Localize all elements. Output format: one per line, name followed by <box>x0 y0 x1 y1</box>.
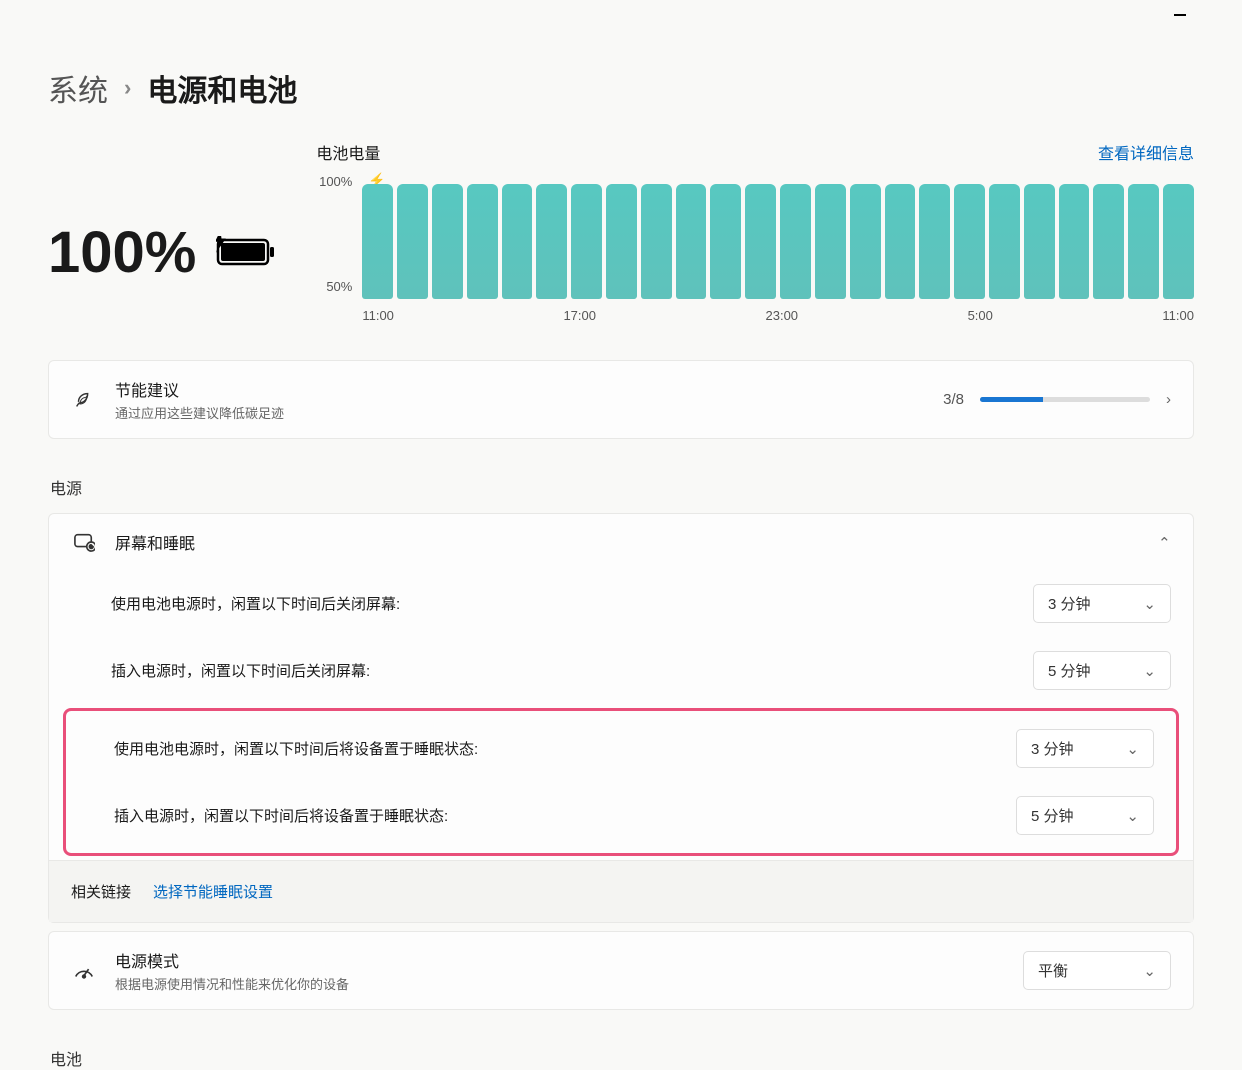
chart-bar <box>571 184 602 299</box>
battery-chart-area: 电池电量 查看详细信息 100% 50% ⚡ 11:00 17:00 23:00… <box>316 140 1194 334</box>
chevron-right-icon: › <box>124 75 131 101</box>
energy-recommendation-card[interactable]: 节能建议 通过应用这些建议降低碳足迹 3/8 › <box>48 360 1194 439</box>
chart-bar <box>432 184 463 299</box>
chart-bar <box>710 184 741 299</box>
screen-sleep-header[interactable]: 屏幕和睡眠 ⌄ <box>49 514 1193 570</box>
chevron-down-icon: ⌄ <box>1143 662 1156 680</box>
energy-recommend-title: 节能建议 <box>115 377 925 401</box>
screen-off-plugged-select[interactable]: 5 分钟 ⌄ <box>1033 651 1171 690</box>
chart-bar <box>362 184 393 299</box>
chevron-down-icon: ⌄ <box>1126 740 1139 758</box>
chart-bar <box>606 184 637 299</box>
leaf-icon <box>71 389 97 411</box>
breadcrumb-current: 电源和电池 <box>147 66 297 110</box>
battery-percent-value: 100% <box>48 219 196 286</box>
chart-bar <box>954 184 985 299</box>
chart-bar <box>641 184 672 299</box>
chart-bar <box>676 184 707 299</box>
chart-ylabel: 50% <box>314 279 352 294</box>
chart-bar <box>1059 184 1090 299</box>
screen-off-battery-row: 使用电池电源时，闲置以下时间后关闭屏幕: 3 分钟 ⌄ <box>49 570 1193 637</box>
setting-label: 插入电源时，闲置以下时间后关闭屏幕: <box>111 660 370 681</box>
chevron-down-icon: ⌄ <box>1143 595 1156 613</box>
chart-bar <box>850 184 881 299</box>
breadcrumb: 系统 › 电源和电池 <box>48 66 1194 110</box>
power-mode-select[interactable]: 平衡 ⌄ <box>1023 951 1171 990</box>
related-links-row: 相关链接 选择节能睡眠设置 <box>49 860 1193 922</box>
screen-off-plugged-row: 插入电源时，闲置以下时间后关闭屏幕: 5 分钟 ⌄ <box>49 637 1193 704</box>
chart-detail-link[interactable]: 查看详细信息 <box>1098 140 1194 164</box>
chart-bar <box>780 184 811 299</box>
screen-off-battery-select[interactable]: 3 分钟 ⌄ <box>1033 584 1171 623</box>
chevron-down-icon: ⌄ <box>1126 807 1139 825</box>
minimize-button[interactable] <box>1174 14 1186 16</box>
chart-bar <box>1024 184 1055 299</box>
chevron-down-icon: ⌄ <box>1143 962 1156 980</box>
chart-xlabel: 23:00 <box>766 308 799 323</box>
battery-section-label: 电池 <box>50 1046 1194 1070</box>
screen-sleep-icon <box>71 532 97 552</box>
chevron-right-icon: › <box>1166 391 1171 408</box>
highlighted-sleep-settings: 使用电池电源时，闲置以下时间后将设备置于睡眠状态: 3 分钟 ⌄ 插入电源时，闲… <box>63 708 1179 856</box>
chart-bar <box>1163 184 1194 299</box>
chart-bar <box>815 184 846 299</box>
sleep-plugged-row: 插入电源时，闲置以下时间后将设备置于睡眠状态: 5 分钟 ⌄ <box>66 782 1176 849</box>
breadcrumb-parent[interactable]: 系统 <box>48 66 108 110</box>
chart-bar <box>467 184 498 299</box>
chart-bar <box>919 184 950 299</box>
related-label: 相关链接 <box>71 881 131 902</box>
chart-ylabel: 100% <box>314 174 352 189</box>
chart-xlabel: 11:00 <box>1162 308 1194 323</box>
screen-sleep-card: 屏幕和睡眠 ⌄ 使用电池电源时，闲置以下时间后关闭屏幕: 3 分钟 ⌄ 插入电源… <box>48 513 1194 923</box>
chart-xlabel: 5:00 <box>968 308 993 323</box>
chart-title: 电池电量 <box>316 140 380 164</box>
sleep-battery-select[interactable]: 3 分钟 ⌄ <box>1016 729 1154 768</box>
chart-bar <box>745 184 776 299</box>
gauge-icon <box>71 961 97 981</box>
energy-recommend-progress <box>980 397 1150 402</box>
battery-charging-icon <box>216 236 276 268</box>
chart-bar <box>536 184 567 299</box>
chart-bar <box>502 184 533 299</box>
setting-label: 使用电池电源时，闲置以下时间后将设备置于睡眠状态: <box>114 738 478 759</box>
chart-bar <box>989 184 1020 299</box>
chart-bar <box>1128 184 1159 299</box>
chart-xlabel: 11:00 <box>362 308 394 323</box>
power-section-label: 电源 <box>50 475 1194 499</box>
battery-chart: 100% 50% ⚡ 11:00 17:00 23:00 5:00 11:00 <box>316 174 1194 334</box>
chevron-up-icon: ⌄ <box>1158 533 1171 551</box>
setting-label: 插入电源时，闲置以下时间后将设备置于睡眠状态: <box>114 805 448 826</box>
sleep-battery-row: 使用电池电源时，闲置以下时间后将设备置于睡眠状态: 3 分钟 ⌄ <box>66 715 1176 782</box>
power-mode-card[interactable]: 电源模式 根据电源使用情况和性能来优化你的设备 平衡 ⌄ <box>48 931 1194 1010</box>
power-mode-subtitle: 根据电源使用情况和性能来优化你的设备 <box>115 974 1005 993</box>
setting-label: 使用电池电源时，闲置以下时间后关闭屏幕: <box>111 593 400 614</box>
energy-sleep-settings-link[interactable]: 选择节能睡眠设置 <box>153 881 273 902</box>
energy-recommend-subtitle: 通过应用这些建议降低碳足迹 <box>115 403 925 422</box>
energy-recommend-count: 3/8 <box>943 391 964 408</box>
chart-bar <box>1093 184 1124 299</box>
chart-bar <box>885 184 916 299</box>
chart-xlabel: 17:00 <box>563 308 596 323</box>
sleep-plugged-select[interactable]: 5 分钟 ⌄ <box>1016 796 1154 835</box>
power-mode-title: 电源模式 <box>115 948 1005 972</box>
chart-bar <box>397 184 428 299</box>
battery-percent-display: 100% <box>48 170 276 334</box>
screen-sleep-title: 屏幕和睡眠 <box>115 530 1140 554</box>
